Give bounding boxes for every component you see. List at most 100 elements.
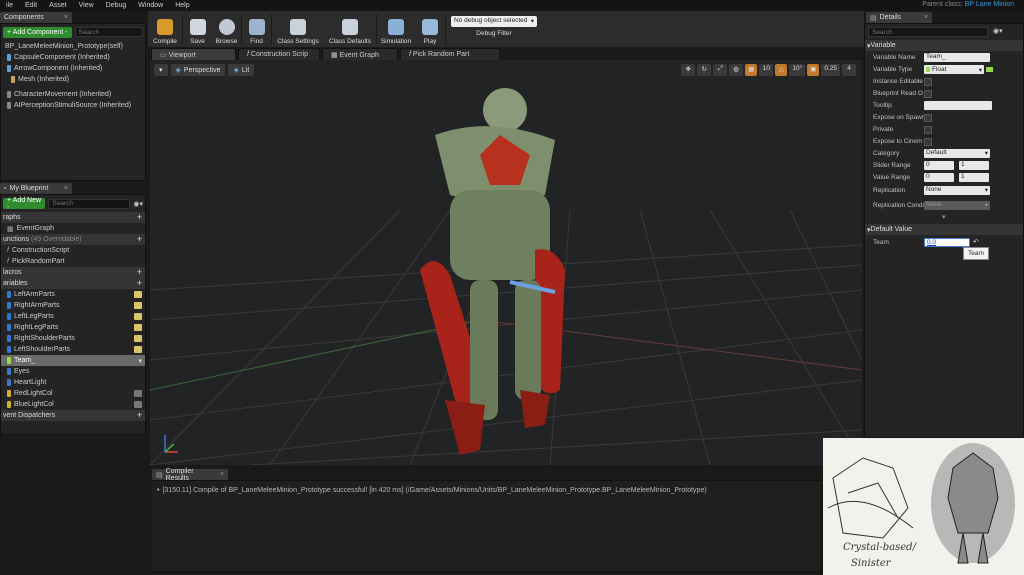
eye-closed-icon[interactable]: [134, 390, 142, 397]
value-range-min-input[interactable]: 0: [924, 173, 954, 182]
details-search-input[interactable]: [868, 27, 988, 37]
eye-open-icon[interactable]: [134, 291, 142, 298]
variable-item[interactable]: RightShoulderParts: [1, 333, 145, 344]
translate-icon[interactable]: ✥: [681, 64, 696, 76]
add-function-icon[interactable]: +: [137, 234, 142, 245]
component-capsule[interactable]: CapsuleComponent (Inherited): [1, 52, 145, 63]
variable-item[interactable]: HeartLight: [1, 377, 145, 388]
parent-class-link[interactable]: BP Lane Minion: [965, 1, 1014, 8]
play-button[interactable]: Play: [415, 11, 445, 47]
variable-item[interactable]: LeftArmParts: [1, 289, 145, 300]
tab-pick-random-part[interactable]: f Pick Random Part: [400, 48, 500, 60]
compile-button[interactable]: Compile: [148, 11, 182, 47]
component-ai-perception[interactable]: AIPerceptionStimuliSource (Inherited): [1, 100, 145, 111]
slider-range-max-input[interactable]: 1: [959, 161, 989, 170]
variable-item[interactable]: Eyes: [1, 366, 145, 377]
eye-open-icon[interactable]: [134, 313, 142, 320]
private-checkbox[interactable]: [924, 126, 932, 134]
compiler-results-tab[interactable]: ▤ Compiler Results ×: [152, 468, 228, 482]
variable-item-selected[interactable]: Team_ ▾: [1, 355, 145, 366]
eye-open-icon[interactable]: [134, 324, 142, 331]
scale-icon[interactable]: ⤢: [713, 64, 728, 76]
menu-debug[interactable]: Debug: [100, 2, 133, 9]
simulation-button[interactable]: Simulation: [377, 11, 415, 47]
compiler-message[interactable]: • [3150.11] Compile of BP_LaneMeleeMinion…: [151, 485, 821, 496]
expose-on-spawn-checkbox[interactable]: [924, 114, 932, 122]
my-blueprint-search-input[interactable]: [48, 198, 131, 209]
close-icon[interactable]: ×: [220, 471, 224, 478]
add-component-button[interactable]: + Add Component -: [3, 27, 72, 38]
add-new-button[interactable]: + Add New -: [3, 197, 46, 211]
rotate-icon[interactable]: ↻: [697, 64, 712, 76]
component-arrow[interactable]: ArrowComponent (Inherited): [1, 63, 145, 74]
camera-speed-value[interactable]: 4: [842, 64, 856, 76]
close-icon[interactable]: ×: [64, 185, 68, 192]
menu-window[interactable]: Window: [132, 2, 169, 9]
find-button[interactable]: Find: [242, 11, 271, 47]
expose-to-cinematics-checkbox[interactable]: [924, 138, 932, 146]
eye-open-icon[interactable]: [134, 346, 142, 353]
rotation-snap-value[interactable]: 10°: [789, 64, 806, 76]
browse-button[interactable]: Browse: [212, 11, 241, 47]
variable-section-header[interactable]: ▾ Variable: [865, 40, 1023, 51]
eye-open-icon[interactable]: [134, 335, 142, 342]
eye-icon[interactable]: ◉▾: [133, 200, 143, 208]
slider-range-min-input[interactable]: 0: [924, 161, 954, 170]
variables-section[interactable]: ariables +: [1, 278, 145, 289]
variable-name-input[interactable]: Team_: [924, 53, 990, 62]
tab-event-graph[interactable]: ▦ Event Graph: [322, 48, 398, 60]
viewport-menu-button[interactable]: ▾: [154, 64, 168, 76]
eye-open-icon[interactable]: [134, 302, 142, 309]
variable-item[interactable]: BlueLightCol: [1, 399, 145, 410]
class-settings-button[interactable]: Class Settings: [272, 11, 324, 47]
default-value-section-header[interactable]: ▾ Default Value: [865, 224, 1023, 235]
scale-snap-icon[interactable]: ▣: [807, 64, 820, 76]
reset-arrow-icon[interactable]: ↶: [973, 238, 979, 246]
menu-view[interactable]: View: [73, 2, 100, 9]
components-tab[interactable]: Components ×: [0, 12, 72, 23]
add-macro-icon[interactable]: +: [137, 267, 142, 278]
component-mesh[interactable]: Mesh (Inherited): [1, 74, 145, 85]
team-value-input[interactable]: 0.0: [924, 238, 970, 247]
debug-object-select[interactable]: No debug object selected ▾: [451, 16, 537, 27]
components-search-input[interactable]: [74, 27, 143, 37]
viewport[interactable]: ▾ ◈ Perspective ◈ Lit ✥ ↻ ⤢ ◍ ▦ 10 △ 10° ▣…: [150, 60, 862, 465]
close-icon[interactable]: ×: [924, 14, 928, 21]
class-defaults-button[interactable]: Class Defaults: [324, 11, 376, 47]
eye-icon[interactable]: ◉▾: [993, 27, 1003, 35]
menu-edit[interactable]: Edit: [19, 2, 43, 9]
rotation-snap-icon[interactable]: △: [775, 64, 788, 76]
variable-item[interactable]: LeftShoulderParts: [1, 344, 145, 355]
add-variable-icon[interactable]: +: [137, 278, 142, 289]
perspective-button[interactable]: ◈ Perspective: [170, 64, 226, 76]
eye-closed-icon[interactable]: [134, 401, 142, 408]
function-item[interactable]: f PickRandomPart: [1, 256, 145, 267]
graph-item[interactable]: ▦ EventGraph: [1, 223, 145, 234]
world-icon[interactable]: ◍: [729, 64, 744, 76]
menu-file[interactable]: ile: [0, 2, 19, 9]
add-graph-icon[interactable]: +: [137, 212, 142, 223]
functions-section[interactable]: unctions (49 Overridable) +: [1, 234, 145, 245]
scale-snap-value[interactable]: 0.25: [821, 64, 840, 76]
add-dispatcher-icon[interactable]: +: [137, 410, 142, 421]
replication-select[interactable]: None ▾: [924, 186, 990, 195]
variable-item[interactable]: RightArmParts: [1, 300, 145, 311]
component-character-movement[interactable]: CharacterMovement (Inherited): [1, 89, 145, 100]
value-range-max-input[interactable]: 1: [959, 173, 989, 182]
menu-asset[interactable]: Asset: [43, 2, 73, 9]
variable-item[interactable]: RedLightCol: [1, 388, 145, 399]
macros-section[interactable]: lacros +: [1, 267, 145, 278]
lit-button[interactable]: ◈ Lit: [228, 64, 255, 76]
instance-editable-checkbox[interactable]: [924, 78, 932, 86]
tab-construction-script[interactable]: f Construction Scrip: [238, 48, 320, 60]
variable-item[interactable]: LeftLegParts: [1, 311, 145, 322]
self-component[interactable]: BP_LaneMeleeMinion_Prototype(self): [1, 41, 145, 52]
variable-type-select[interactable]: Float ▾: [924, 65, 984, 74]
chevron-down-icon[interactable]: ▾: [138, 357, 142, 365]
menu-help[interactable]: Help: [169, 2, 195, 9]
close-icon[interactable]: ×: [64, 14, 68, 21]
dispatchers-section[interactable]: vent Dispatchers +: [1, 410, 145, 421]
tab-viewport[interactable]: ▭ Viewport: [151, 48, 236, 60]
variable-item[interactable]: RightLegParts: [1, 322, 145, 333]
save-button[interactable]: Save: [183, 11, 212, 47]
